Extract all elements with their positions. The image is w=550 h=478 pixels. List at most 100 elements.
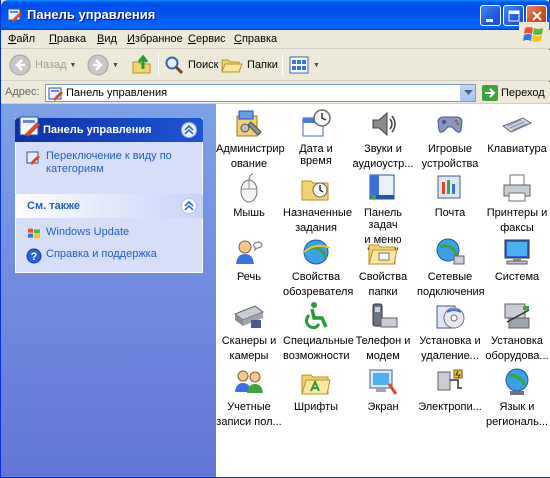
item-label-line1: Установка bbox=[491, 335, 543, 347]
back-dropdown-icon[interactable]: ▼ bbox=[70, 62, 77, 69]
windows-update-link[interactable]: Windows Update bbox=[26, 226, 192, 242]
item-label-line2: записи пол... bbox=[216, 416, 282, 428]
item-system[interactable]: Система bbox=[484, 236, 550, 286]
back-label: Назад bbox=[35, 59, 67, 71]
item-user-accounts[interactable]: Учетные записи пол... bbox=[216, 366, 282, 428]
item-label-line2: папки bbox=[368, 286, 398, 298]
see-also-panel-body: Windows Update ? Справка и поддержка bbox=[15, 218, 203, 273]
item-label-line2: факсы bbox=[500, 222, 534, 234]
item-mouse[interactable]: Мышь bbox=[216, 172, 282, 222]
toolbar: Назад ▼ ▼ Поиск Папки ▼ bbox=[1, 50, 550, 81]
item-label-line1: Сканеры и bbox=[221, 335, 277, 347]
search-button[interactable]: Поиск bbox=[164, 53, 218, 77]
folders-button[interactable]: Папки bbox=[221, 53, 278, 77]
mail-icon bbox=[437, 175, 461, 199]
item-regional-options[interactable]: Язык и региональ... bbox=[484, 366, 550, 428]
item-scheduled-tasks[interactable]: Назначенные задания bbox=[283, 172, 352, 234]
switch-view-icon bbox=[26, 151, 40, 165]
item-network[interactable]: Сетевые подключения bbox=[417, 236, 485, 298]
item-fonts[interactable]: Шрифты bbox=[283, 366, 349, 416]
menu-view[interactable]: Вид bbox=[97, 33, 117, 45]
views-button[interactable]: ▼ bbox=[288, 53, 320, 77]
address-value: Панель управления bbox=[66, 87, 168, 99]
item-printers[interactable]: Принтеры и факсы bbox=[484, 172, 550, 234]
item-scanners[interactable]: Сканеры и камеры bbox=[216, 300, 282, 362]
item-display[interactable]: Экран bbox=[350, 366, 416, 416]
date-time-icon bbox=[302, 109, 331, 137]
taskbar-icon bbox=[369, 174, 395, 200]
item-keyboard[interactable]: Клавиатура bbox=[484, 108, 550, 158]
item-label-line1: Администрир bbox=[216, 143, 285, 155]
see-also-panel-header[interactable]: См. также bbox=[15, 194, 203, 218]
mouse-icon bbox=[240, 173, 258, 203]
control-panel-panel: Панель управления Переключение к виду по… bbox=[15, 116, 203, 197]
item-label-line1: Сетевые bbox=[427, 271, 473, 283]
item-phone-modem[interactable]: Телефон и модем bbox=[350, 300, 416, 362]
control-panel-panel-header[interactable]: Панель управления bbox=[15, 116, 203, 142]
control-panel-panel-body: Переключение к виду по категориям bbox=[15, 142, 203, 197]
category-view-link[interactable]: Переключение к виду по категориям bbox=[26, 150, 192, 176]
minimize-icon bbox=[486, 19, 493, 22]
item-label-line1: Принтеры и bbox=[486, 207, 548, 219]
item-label-line1: Свойства bbox=[358, 271, 408, 283]
item-add-hardware[interactable]: Установка оборудова... bbox=[484, 300, 550, 362]
game-controller-icon bbox=[437, 116, 463, 133]
control-panel-panel-title: Панель управления bbox=[43, 124, 152, 136]
item-add-remove-programs[interactable]: Установка и удаление... bbox=[417, 300, 483, 362]
item-label-line1: Речь bbox=[236, 271, 262, 283]
item-label-line1: Экран bbox=[367, 401, 399, 413]
item-power-options[interactable]: Электропи... bbox=[417, 366, 483, 416]
help-support-link[interactable]: ? Справка и поддержка bbox=[26, 248, 192, 264]
speech-icon bbox=[236, 240, 263, 264]
item-internet-options[interactable]: Свойства обозревателя bbox=[283, 236, 353, 298]
item-folder-options[interactable]: Свойства папки bbox=[350, 236, 416, 298]
item-admin-tools[interactable]: Администрир ование bbox=[216, 108, 285, 170]
item-label-line1: Клавиатура bbox=[487, 143, 547, 155]
accessibility-icon bbox=[305, 302, 328, 330]
scanner-icon bbox=[233, 305, 265, 328]
category-view-link-text: Переключение к виду по категориям bbox=[46, 150, 172, 175]
forward-dropdown-icon[interactable]: ▼ bbox=[112, 62, 119, 69]
menu-file[interactable]: Файл bbox=[8, 33, 35, 45]
up-folder-button[interactable] bbox=[131, 53, 153, 77]
title-bar[interactable]: Панель управления bbox=[1, 0, 550, 30]
item-label-line1: Шрифты bbox=[293, 401, 339, 413]
back-arrow-icon bbox=[9, 54, 31, 76]
internet-options-icon bbox=[303, 239, 331, 265]
item-label-line2: подключения bbox=[417, 286, 485, 298]
item-label-line2: возможности bbox=[283, 350, 350, 362]
address-input[interactable]: Панель управления bbox=[45, 84, 476, 102]
add-hardware-icon bbox=[504, 303, 530, 329]
item-sounds[interactable]: Звуки и аудиоустр... bbox=[350, 108, 416, 170]
item-label-line1: Электропи... bbox=[418, 401, 482, 413]
admin-tools-icon bbox=[236, 110, 262, 137]
item-label-line1: Язык и bbox=[499, 401, 535, 413]
go-button[interactable]: Переход bbox=[482, 84, 545, 102]
menu-help[interactable]: Справка bbox=[234, 33, 277, 45]
item-date-time[interactable]: Дата и время bbox=[283, 108, 349, 170]
item-mail[interactable]: Почта bbox=[417, 172, 483, 222]
windows-update-text: Windows Update bbox=[46, 226, 130, 238]
window-title: Панель управления bbox=[27, 7, 156, 22]
menu-edit[interactable]: Правка bbox=[49, 33, 86, 45]
views-dropdown-icon[interactable]: ▼ bbox=[313, 62, 320, 69]
collapse-button[interactable] bbox=[181, 198, 197, 214]
menu-tools[interactable]: Сервис bbox=[188, 33, 226, 45]
item-speech[interactable]: Речь bbox=[216, 236, 282, 286]
item-game-controllers[interactable]: Игровые устройства bbox=[417, 108, 483, 170]
help-support-text: Справка и поддержка bbox=[46, 248, 157, 260]
item-label-line1: Игровые bbox=[427, 143, 473, 155]
go-label: Переход bbox=[501, 87, 545, 99]
collapse-button[interactable] bbox=[181, 122, 197, 138]
minimize-button[interactable] bbox=[480, 5, 501, 26]
forward-button[interactable]: ▼ bbox=[87, 53, 119, 77]
address-dropdown-button[interactable] bbox=[460, 85, 475, 101]
menu-favorites[interactable]: Избранное bbox=[127, 33, 183, 45]
item-label-line1: Система bbox=[494, 271, 540, 283]
fonts-icon bbox=[301, 374, 331, 395]
up-folder-icon bbox=[132, 54, 151, 74]
item-accessibility[interactable]: Специальные возможности bbox=[283, 300, 354, 362]
back-button[interactable]: Назад ▼ bbox=[9, 53, 76, 77]
item-label-line2: ование bbox=[230, 158, 268, 170]
item-label-line1: Учетные bbox=[227, 401, 271, 413]
